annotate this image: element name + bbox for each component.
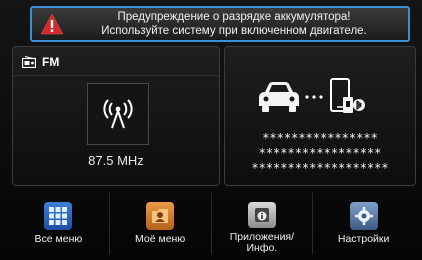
phone-name-masked-1: **************** — [262, 131, 378, 145]
warning-icon — [40, 13, 64, 35]
head-unit-screen: Предупреждение о разрядке аккумулятора! … — [0, 0, 422, 260]
menu-my-menu-label: Моё меню — [135, 233, 186, 245]
radio-header-divider — [13, 75, 219, 76]
phone-tile[interactable]: **************** ***************** *****… — [224, 46, 416, 186]
bottom-menu-bar: Все меню Моё меню Приложения/ Инфо. Наст… — [8, 192, 414, 254]
broadcast-antenna-icon — [103, 99, 133, 129]
bluetooth-connection-graphic — [257, 77, 367, 117]
warning-text: Предупреждение о разрядке аккумулятора! … — [64, 10, 408, 38]
menu-settings-label: Настройки — [337, 233, 390, 245]
gear-icon — [349, 202, 378, 230]
smartphone-bluetooth-icon — [330, 78, 365, 113]
radio-band-header: FM — [22, 55, 59, 69]
car-icon — [259, 82, 299, 112]
radio-frequency: 87.5 MHz — [88, 153, 144, 168]
radio-tile[interactable]: FM 87.5 MHz — [12, 46, 220, 186]
menu-all-menus[interactable]: Все меню — [8, 192, 109, 254]
connection-dots-icon — [305, 95, 323, 99]
radio-icon — [22, 56, 36, 68]
battery-warning-banner: Предупреждение о разрядке аккумулятора! … — [30, 6, 410, 42]
phone-name-masked-3: ******************* — [251, 161, 389, 175]
menu-apps-info[interactable]: Приложения/ Инфо. — [210, 192, 313, 254]
person-folder-icon — [146, 202, 175, 230]
grid-icon — [44, 202, 73, 230]
radio-station-art — [87, 83, 149, 145]
radio-band-label: FM — [42, 55, 60, 69]
menu-settings[interactable]: Настройки — [312, 192, 414, 254]
warning-line-2: Используйте систему при включенном двига… — [101, 25, 367, 37]
menu-my-menu[interactable]: Моё меню — [108, 192, 211, 254]
menu-all-menus-label: Все меню — [34, 233, 83, 245]
menu-apps-info-label: Приложения/ Инфо. — [229, 231, 295, 254]
warning-line-1: Предупреждение о разрядке аккумулятора! — [117, 11, 351, 23]
phone-name-masked-2: ***************** — [258, 146, 382, 160]
info-tablet-icon — [247, 202, 276, 228]
